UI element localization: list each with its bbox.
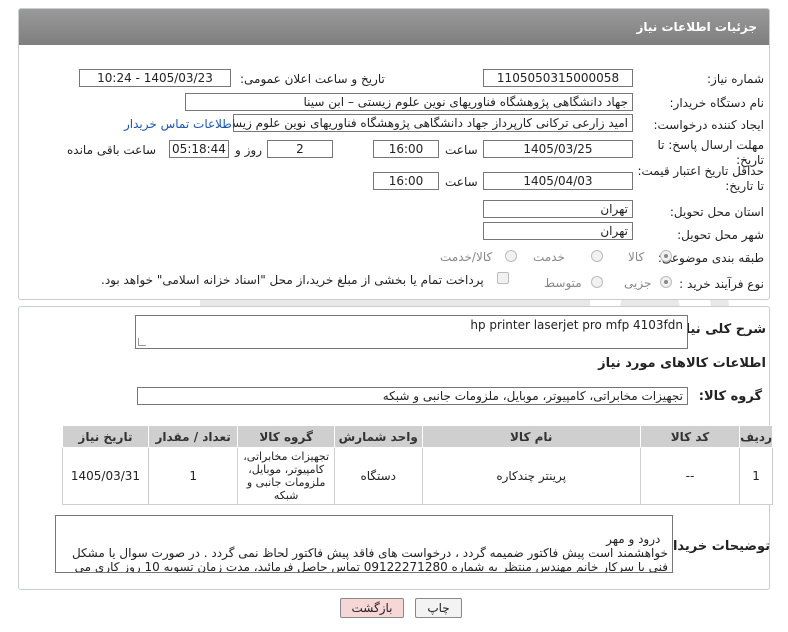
col-row: ردیف (739, 425, 773, 448)
col-need-date: تاریخ نیاز (62, 425, 149, 448)
deadline-time-label: ساعت (445, 143, 478, 157)
page-title: جزئیات اطلاعات نیاز (19, 9, 769, 45)
price-time-field: 16:00 (373, 172, 439, 190)
col-group: گروه کالا (237, 425, 335, 448)
cell-unit: دستگاه (333, 447, 423, 505)
goods-group-field: تجهیزات مخابراتی، کامپیوتر، موبایل، ملزو… (137, 387, 688, 405)
process-option-minor: جزیی (624, 276, 652, 290)
category-radio-service[interactable] (591, 250, 603, 262)
cell-row: 1 (739, 447, 773, 505)
category-radio-goods[interactable] (660, 250, 672, 262)
category-option-both: کالا/خدمت (440, 250, 493, 264)
announce-field: 1405/03/23 - 10:24 (79, 69, 231, 87)
announce-label: تاریخ و ساعت اعلان عمومی: (240, 72, 385, 86)
price-date-field: 1405/04/03 (483, 172, 633, 190)
goods-table: ردیف کد کالا نام کالا واحد شمارش گروه کا… (62, 425, 773, 505)
price-validity-label: حداقل تاریخ اعتبار قیمت: تا تاریخ: (637, 164, 764, 193)
city-field: تهران (483, 222, 633, 240)
buyer-org-label: نام دستگاه خریدار: (669, 96, 765, 110)
cell-name: پرینتر چندکاره (421, 447, 641, 505)
need-number-label: شماره نیاز: (707, 72, 764, 86)
province-label: استان محل تحویل: (669, 205, 764, 219)
deadline-time-field: 16:00 (373, 140, 439, 158)
remaining-time-field: 05:18:44 (169, 140, 229, 158)
print-button[interactable]: چاپ (415, 598, 462, 618)
process-label: نوع فرآیند خرید : (679, 277, 764, 291)
cell-group: تجهیزات مخابراتی، کامپیوتر، موبایل، ملزو… (237, 447, 335, 505)
need-number-field: 1105050315000058 (483, 69, 633, 87)
remaining-label: ساعت باقی مانده (67, 143, 157, 157)
cell-quantity: 1 (147, 447, 239, 505)
price-time-label: ساعت (445, 175, 478, 189)
process-radio-medium[interactable] (591, 276, 603, 288)
col-name: نام کالا (421, 425, 641, 448)
process-radio-minor[interactable] (660, 276, 672, 288)
category-radio-both[interactable] (505, 250, 517, 262)
description-field: hp printer laserjet pro mfp 4103fdn (135, 315, 688, 349)
process-option-medium: متوسط (544, 276, 582, 290)
description-text: hp printer laserjet pro mfp 4103fdn (470, 318, 683, 332)
goods-group-label: گروه کالا: (698, 389, 762, 404)
back-button[interactable]: بازگشت (340, 598, 404, 618)
resize-grip-icon[interactable] (138, 338, 146, 346)
buyer-contact-link[interactable]: اطلاعات تماس خریدار (124, 117, 235, 131)
days-field: 2 (267, 140, 333, 158)
creator-field: امید زارعی ترکانی کارپرداز جهاد دانشگاهی… (233, 114, 633, 132)
deadline-date-field: 1405/03/25 (483, 140, 633, 158)
buyer-notes-text: درود و مهر خواهشمند است پیش فاکتور ضمیمه… (71, 532, 668, 573)
buyer-notes-field: درود و مهر خواهشمند است پیش فاکتور ضمیمه… (55, 515, 673, 573)
col-code: کد کالا (639, 425, 741, 448)
days-label: روز و (235, 143, 262, 157)
col-unit: واحد شمارش (333, 425, 423, 448)
col-quantity: تعداد / مقدار (147, 425, 239, 448)
buyer-org-field: جهاد دانشگاهی پژوهشگاه فناوریهای نوین عل… (185, 93, 633, 111)
table-row: 1 -- پرینتر چندکاره دستگاه تجهیزات مخابر… (62, 447, 773, 505)
treasury-checkbox[interactable] (497, 272, 509, 284)
category-label: طبقه بندی موضوعی: (657, 251, 764, 265)
cell-need-date: 1405/03/31 (62, 447, 149, 505)
creator-label: ایجاد کننده درخواست: (653, 118, 764, 132)
treasury-payment-note: پرداخت تمام یا بخشی از مبلغ خرید،از محل … (101, 273, 484, 287)
city-label: شهر محل تحویل: (677, 228, 764, 242)
buyer-notes-label: توضیحات خریدار: (660, 539, 770, 554)
province-field: تهران (483, 200, 633, 218)
category-option-service: خدمت (533, 250, 565, 264)
category-option-goods: کالا (628, 250, 645, 264)
cell-code: -- (639, 447, 741, 505)
goods-info-title: اطلاعات کالاهای مورد نیاز (598, 356, 766, 371)
